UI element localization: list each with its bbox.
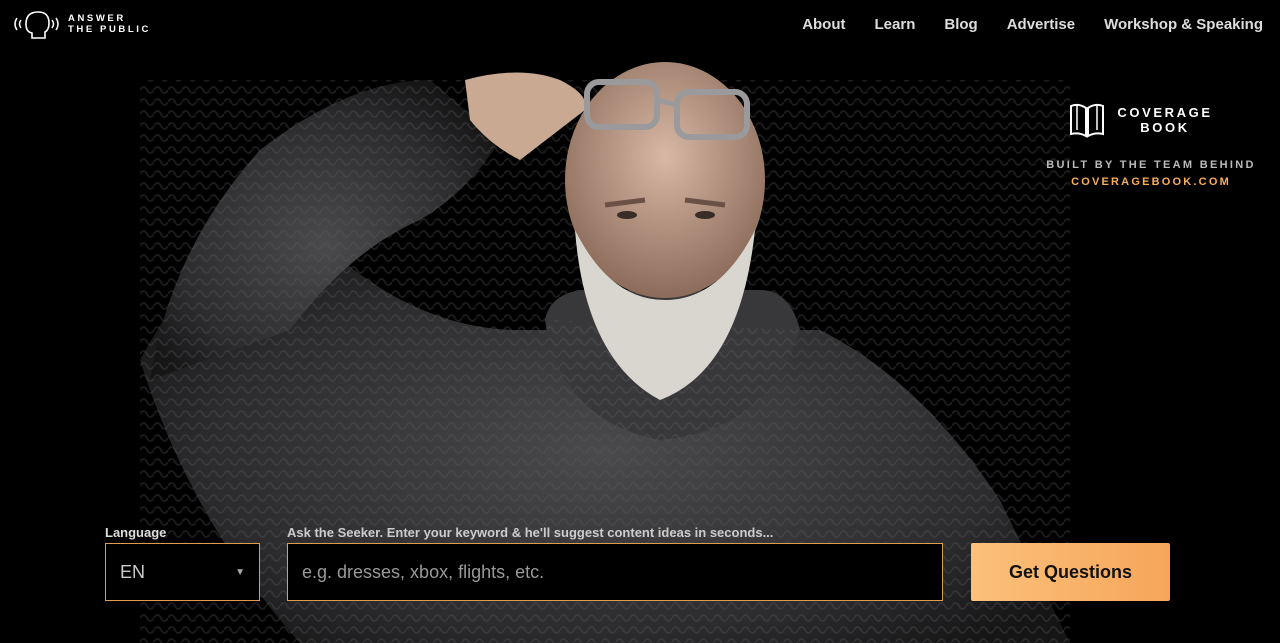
coverage-book-promo: COVERAGE BOOK BUILT BY THE TEAM BEHIND C… [1046,100,1256,188]
nav-workshop-speaking[interactable]: Workshop & Speaking [1104,16,1263,33]
coveragebook-link[interactable]: COVERAGEBOOK.COM [1046,176,1256,188]
coverage-book-line-2: BOOK [1140,120,1190,135]
built-by-text: BUILT BY THE TEAM BEHIND [1046,159,1256,171]
logo-line-2: THE PUBLIC [68,24,151,35]
nav-about[interactable]: About [802,16,845,33]
logo-line-1: ANSWER [68,13,126,24]
language-value: EN [120,561,146,582]
answer-the-public-logo[interactable]: ANSWER THE PUBLIC [12,8,151,40]
nav-learn[interactable]: Learn [875,16,916,33]
speaking-head-icon [14,11,59,39]
logo-text: ANSWER THE PUBLIC [68,13,151,35]
coverage-book-name: COVERAGE BOOK [1117,105,1212,135]
get-questions-button[interactable]: Get Questions [971,543,1170,601]
nav-blog[interactable]: Blog [944,16,977,33]
language-select[interactable]: EN ▼ [105,543,260,601]
coverage-book-logo[interactable]: COVERAGE BOOK [1026,100,1256,140]
caret-down-icon: ▼ [235,566,245,578]
keyword-label: Ask the Seeker. Enter your keyword & he'… [287,525,774,540]
coverage-book-line-1: COVERAGE [1117,105,1213,120]
language-label: Language [105,525,167,540]
keyword-input[interactable] [287,543,943,601]
open-book-icon [1070,103,1105,138]
nav-advertise[interactable]: Advertise [1007,16,1075,33]
main-nav: About Learn Blog Advertise Workshop & Sp… [802,16,1263,33]
